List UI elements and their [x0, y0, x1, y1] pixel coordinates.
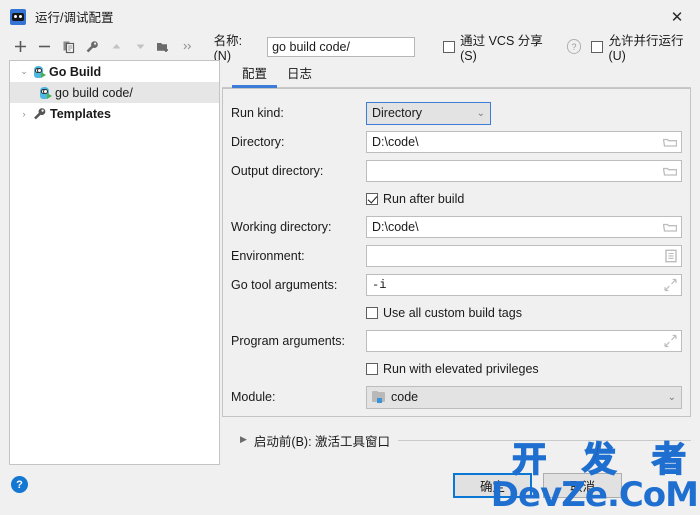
tree-item-go-build[interactable]: ⌄ Go Build [10, 61, 219, 82]
cancel-button[interactable]: 取消 [543, 473, 622, 498]
allow-parallel-checkbox[interactable]: 允许并行运行(U) [591, 30, 700, 63]
module-select[interactable]: code ⌄ [366, 385, 682, 409]
chevron-down-icon: ⌄ [476, 107, 485, 119]
folder-add-icon[interactable] [152, 36, 176, 58]
checkbox-run-after-build[interactable]: Run after build [231, 189, 682, 209]
run-after-build-box [366, 193, 378, 205]
add-button[interactable] [9, 36, 33, 58]
window-title: 运行/调试配置 [35, 11, 114, 25]
run-kind-label: Run kind: [231, 106, 284, 120]
ok-button[interactable]: 确定 [453, 473, 532, 498]
share-vcs-box [443, 40, 456, 53]
name-label: 名称:(N) [213, 34, 243, 63]
tab-configuration[interactable]: 配置 [232, 63, 278, 88]
go-logo-icon [10, 8, 26, 25]
browse-folder-icon[interactable] [663, 166, 677, 177]
directory-label: Directory: [231, 135, 285, 149]
tree-item-label: Templates [50, 106, 111, 121]
working-directory-label: Working directory: [231, 220, 332, 234]
remove-button[interactable] [33, 36, 57, 58]
divider [398, 439, 691, 441]
run-after-build-label: Run after build [383, 192, 465, 206]
working-directory-input[interactable]: D:\code\ [366, 216, 682, 238]
field-output-directory: Output directory: [231, 160, 682, 182]
run-kind-value: Directory [372, 105, 423, 120]
run-kind-select[interactable]: Directory ⌄ [366, 101, 491, 125]
dialog-footer: ? 确定 取消 [0, 467, 700, 513]
environment-input[interactable] [366, 245, 682, 267]
use-all-custom-build-tags-box [366, 307, 378, 319]
directory-input[interactable]: D:\code\ [366, 131, 682, 153]
content-area: ⌄ Go Build go build code/ › Templates 配置… [0, 60, 700, 467]
go-tool-arguments-input[interactable]: -i [366, 274, 682, 296]
run-elevated-label: Run with elevated privileges [383, 362, 539, 376]
tab-bar: 配置 日志 [222, 60, 691, 88]
share-vcs-label: 通过 VCS 分享(S) [460, 34, 543, 63]
module-folder-icon [372, 391, 386, 403]
move-down-button[interactable] [128, 36, 152, 58]
before-launch-section[interactable]: ▶ 启动前(B): 激活工具窗口 [240, 430, 691, 450]
tree-item-label: go build code/ [55, 85, 133, 100]
output-directory-input[interactable] [366, 160, 682, 182]
toolbar: 名称:(N) 通过 VCS 分享(S) ? 允许并行运行(U) [0, 30, 700, 63]
configurations-tree[interactable]: ⌄ Go Build go build code/ › Templates [9, 60, 220, 465]
go-build-icon [32, 65, 46, 79]
module-label: Module: [231, 390, 276, 404]
field-module: Module: code ⌄ [231, 385, 682, 409]
field-go-tool-arguments: Go tool arguments: -i [231, 274, 682, 296]
detail-pane: 配置 日志 Run kind: Directory ⌄ Directory: D… [222, 60, 691, 467]
browse-folder-icon[interactable] [663, 222, 677, 233]
environment-variables-icon[interactable] [665, 249, 677, 263]
before-launch-text: 启动前(B): 激活工具窗口 [253, 434, 391, 449]
field-working-directory: Working directory: D:\code\ [231, 216, 682, 238]
help-icon[interactable]: ? [11, 476, 28, 493]
wrench-icon[interactable] [80, 36, 104, 58]
expand-icon[interactable] [664, 278, 677, 292]
tab-logs[interactable]: 日志 [277, 63, 322, 87]
tree-item-templates[interactable]: › Templates [10, 103, 219, 124]
program-arguments-label: Program arguments: [231, 334, 345, 348]
wrench-icon [32, 107, 47, 121]
output-directory-label: Output directory: [231, 164, 324, 178]
share-vcs-checkbox[interactable]: 通过 VCS 分享(S) [443, 30, 558, 63]
allow-parallel-label: 允许并行运行(U) [608, 34, 684, 63]
environment-label: Environment: [231, 249, 305, 263]
configuration-form: Run kind: Directory ⌄ Directory: D:\code… [222, 88, 691, 417]
browse-folder-icon[interactable] [663, 137, 677, 148]
chevron-right-icon[interactable]: › [16, 109, 32, 119]
field-program-arguments: Program arguments: [231, 330, 682, 352]
go-build-icon [38, 86, 52, 100]
field-directory: Directory: D:\code\ [231, 131, 682, 153]
tree-item-label: Go Build [49, 64, 102, 79]
field-environment: Environment: [231, 245, 682, 267]
go-tool-arguments-label: Go tool arguments: [231, 278, 338, 292]
allow-parallel-box [591, 40, 604, 53]
run-elevated-box [366, 363, 378, 375]
checkbox-use-all-custom-build-tags[interactable]: Use all custom build tags [231, 303, 682, 323]
move-up-button[interactable] [104, 36, 128, 58]
name-input[interactable] [267, 36, 416, 57]
more-button[interactable] [176, 36, 200, 58]
triangle-right-icon[interactable]: ▶ [240, 435, 247, 445]
expand-icon[interactable] [664, 334, 677, 348]
checkbox-run-elevated[interactable]: Run with elevated privileges [231, 359, 682, 379]
field-run-kind: Run kind: Directory ⌄ [231, 101, 682, 125]
use-all-custom-build-tags-label: Use all custom build tags [383, 306, 522, 320]
tree-item-go-build-code[interactable]: go build code/ [10, 82, 219, 103]
chevron-down-icon: ⌄ [667, 391, 676, 403]
close-icon[interactable]: ✕ [654, 0, 700, 33]
chevron-down-icon[interactable]: ⌄ [16, 66, 32, 77]
program-arguments-input[interactable] [366, 330, 682, 352]
module-value: code [391, 390, 419, 404]
copy-icon[interactable] [57, 36, 81, 58]
title-bar: 运行/调试配置 ✕ [0, 0, 700, 33]
share-vcs-help-icon[interactable]: ? [566, 39, 582, 54]
